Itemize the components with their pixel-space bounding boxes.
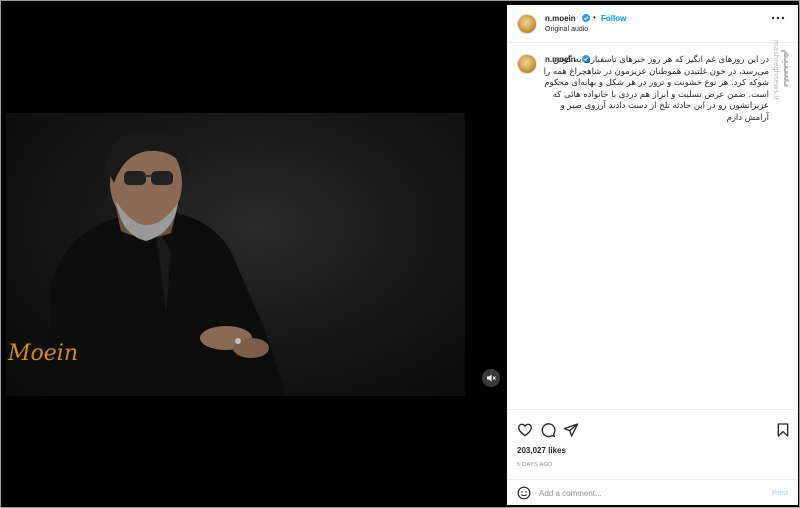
volume-off-icon: [487, 374, 496, 382]
post-comment-button[interactable]: Post: [772, 488, 788, 497]
likes-count[interactable]: 203,027 likes: [517, 446, 566, 455]
post-media[interactable]: Moein: [6, 5, 507, 505]
watermark-logo: تسنیم: [780, 48, 795, 88]
moein-signature-logo: Moein: [8, 341, 78, 366]
post-actions: 203,027 likes 5 DAYS AGO: [507, 409, 798, 489]
share-icon[interactable]: [563, 422, 579, 438]
post-header: n.moein • Follow Original audio: [507, 5, 798, 43]
verified-badge-icon: [582, 14, 590, 22]
comment-icon[interactable]: [540, 422, 556, 438]
caption-avatar[interactable]: [517, 54, 537, 74]
post-date[interactable]: 5 DAYS AGO: [517, 462, 553, 468]
mute-button[interactable]: [482, 369, 500, 387]
emoji-icon[interactable]: [517, 486, 531, 500]
username-link[interactable]: n.moein: [545, 14, 576, 23]
avatar[interactable]: [517, 14, 537, 34]
post-caption: در این روزهای غم انگیز که هر روز خبرهای …: [543, 55, 769, 123]
comment-bar: Post: [507, 479, 798, 505]
comment-input[interactable]: [539, 486, 759, 500]
watermark: تسنیم mashreghnews.ir: [759, 15, 795, 125]
heart-icon[interactable]: [517, 422, 533, 438]
bookmark-icon[interactable]: [775, 422, 791, 438]
watermark-site: mashreghnews.ir: [772, 39, 780, 101]
browser-frame: Moein n.moein • Follow Original audio n.…: [0, 0, 800, 508]
post-side-panel: n.moein • Follow Original audio n.moein …: [507, 5, 798, 505]
follow-button[interactable]: Follow: [601, 14, 626, 23]
separator-dot: •: [593, 13, 596, 22]
audio-label[interactable]: Original audio: [545, 26, 588, 33]
video-player[interactable]: Moein: [6, 113, 465, 396]
